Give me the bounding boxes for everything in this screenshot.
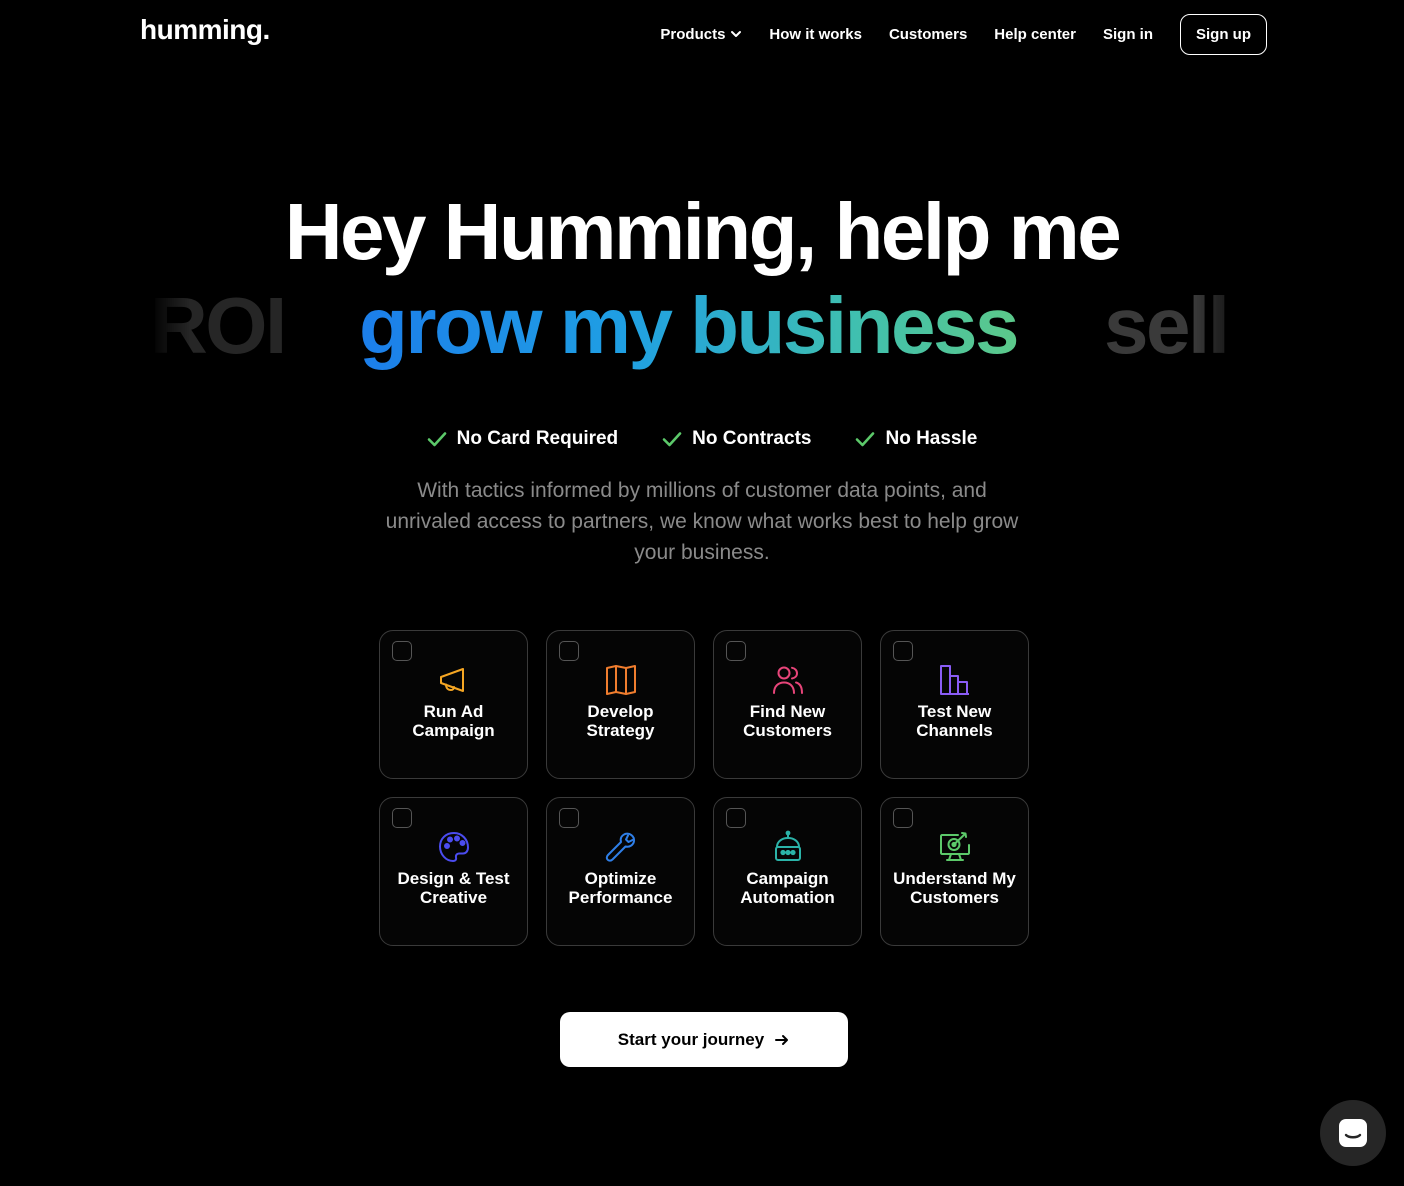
nav-how-it-works[interactable]: How it works — [769, 26, 862, 43]
card-checkbox[interactable] — [392, 808, 412, 828]
card-checkbox[interactable] — [893, 808, 913, 828]
page: humming. Products How it works Customers… — [0, 0, 1404, 1186]
rotator-next-word: sell — [1104, 281, 1230, 370]
logo[interactable]: humming. — [140, 14, 270, 46]
benefit-item: No Card Required — [427, 428, 619, 450]
card-label: Test New Channels — [916, 702, 993, 740]
goal-card-understand-my-customers[interactable]: Understand My Customers — [880, 797, 1029, 946]
nav-sign-in[interactable]: Sign in — [1103, 26, 1153, 43]
chevron-down-icon — [731, 31, 742, 37]
benefit-item: No Contracts — [662, 428, 811, 450]
card-label: Design & Test Creative — [397, 869, 510, 907]
rotator-current-phrase: grow my business — [359, 281, 1019, 370]
checkmark-icon — [856, 432, 875, 447]
card-checkbox[interactable] — [726, 641, 746, 661]
goal-card-test-new-channels[interactable]: Test New Channels — [880, 630, 1029, 779]
card-label: Find New Customers — [743, 702, 832, 740]
nav-products-label: Products — [660, 25, 726, 43]
checkmark-icon — [662, 432, 682, 447]
card-checkbox[interactable] — [559, 641, 579, 661]
start-journey-button[interactable]: Start your journey — [560, 1012, 848, 1067]
card-checkbox[interactable] — [559, 808, 579, 828]
nav-help-center[interactable]: Help center — [994, 26, 1076, 43]
chat-widget-button[interactable] — [1320, 1100, 1386, 1166]
card-label: Understand My Customers — [893, 869, 1016, 907]
robot-icon — [774, 830, 801, 861]
palette-icon — [438, 832, 469, 862]
checkmark-icon — [427, 432, 446, 447]
card-label: Run Ad Campaign — [412, 702, 495, 740]
goal-card-design-test-creative[interactable]: Design & Test Creative — [379, 797, 528, 946]
sign-up-button[interactable]: Sign up — [1180, 13, 1267, 55]
card-checkbox[interactable] — [893, 641, 913, 661]
card-label: Campaign Automation — [740, 869, 835, 907]
card-checkbox[interactable] — [392, 641, 412, 661]
chat-icon — [1339, 1119, 1367, 1147]
benefit-item: No Hassle — [855, 428, 977, 450]
arrow-right-icon — [775, 1034, 789, 1045]
bar-chart-icon — [939, 665, 969, 695]
goal-card-develop-strategy[interactable]: Develop Strategy — [546, 630, 695, 779]
wrench-icon — [605, 832, 635, 862]
hero-rotator: ROI grow my business sell — [150, 280, 1250, 380]
goal-card-campaign-automation[interactable]: Campaign Automation — [713, 797, 862, 946]
goal-card-run-ad-campaign[interactable]: Run Ad Campaign — [379, 630, 528, 779]
card-label: Develop Strategy — [586, 702, 655, 740]
nav-customers[interactable]: Customers — [889, 26, 967, 43]
card-label: Optimize Performance — [568, 869, 673, 907]
goal-cards-grid: Run Ad Campaign Develop Strategy Find Ne… — [379, 630, 1031, 946]
card-checkbox[interactable] — [726, 808, 746, 828]
nav-products[interactable]: Products — [660, 26, 742, 43]
benefit-label: No Hassle — [885, 428, 978, 449]
monitor-target-icon — [939, 832, 970, 861]
megaphone-icon — [439, 668, 464, 692]
benefit-label: No Card Required — [456, 428, 619, 449]
hero-title: Hey Humming, help me — [284, 187, 1122, 276]
rotator-previous-word: ROI — [150, 281, 287, 370]
benefit-label: No Contracts — [692, 428, 812, 449]
top-nav: Products How it works Customers Help cen… — [660, 13, 1267, 55]
goal-card-find-new-customers[interactable]: Find New Customers — [713, 630, 862, 779]
map-icon — [605, 665, 636, 695]
hero-subtitle: With tactics informed by millions of cus… — [385, 479, 1019, 564]
benefits-list: No Card Required No Contracts No Hassle — [0, 428, 1404, 450]
users-icon — [772, 666, 803, 694]
goal-card-optimize-performance[interactable]: Optimize Performance — [546, 797, 695, 946]
start-journey-label: Start your journey — [617, 1029, 765, 1049]
